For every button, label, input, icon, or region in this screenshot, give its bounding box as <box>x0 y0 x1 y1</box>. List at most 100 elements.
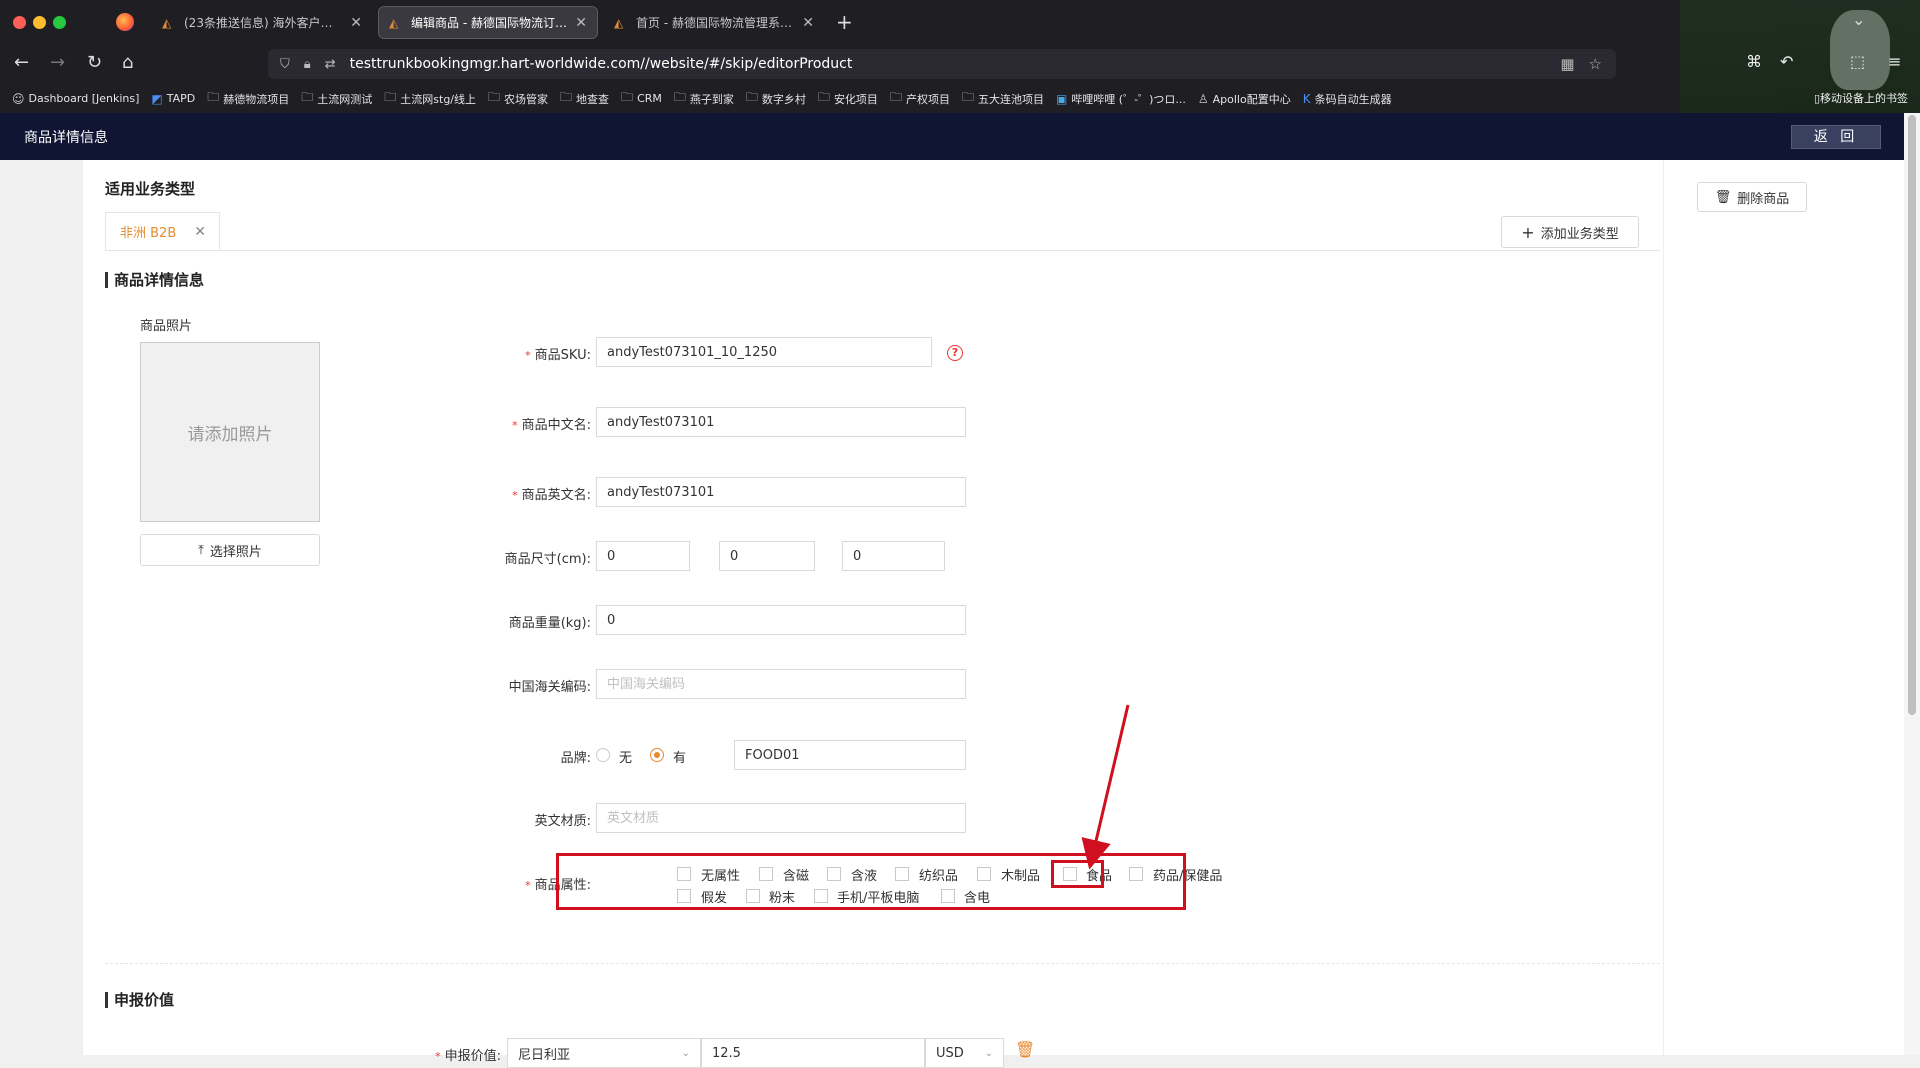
bookmark-item[interactable]: 🗀 数字乡村 <box>746 88 806 109</box>
brand-label: 品牌: <box>560 751 591 766</box>
length-input[interactable] <box>596 541 690 571</box>
home-icon[interactable]: ⌂ <box>122 52 133 73</box>
bookmark-item[interactable]: 🗀 赫德物流项目 <box>207 88 289 109</box>
browser-tab-1[interactable]: ◭ (23条推送信息) 海外客户预订单 ✕ <box>152 6 372 39</box>
bookmark-label: Dashboard [Jenkins] <box>28 92 140 105</box>
apollo-icon: ♙ <box>1197 91 1209 106</box>
tab-title: 编辑商品 - 赫德国际物流订舱系统 <box>411 16 567 30</box>
bookmark-label: 产权项目 <box>905 92 950 106</box>
currency-select[interactable]: USD ⌄ <box>925 1038 1004 1068</box>
close-icon[interactable]: ✕ <box>194 224 206 240</box>
bookmark-item[interactable]: 🗀 农场管家 <box>488 88 548 109</box>
help-icon[interactable]: ? <box>947 345 963 361</box>
brand-yes-radio[interactable] <box>650 748 664 762</box>
lock-icon[interactable]: 🔒︎ <box>304 57 311 72</box>
height-input[interactable] <box>842 541 945 571</box>
bilibili-icon: ▣ <box>1055 91 1068 106</box>
en-name-input[interactable] <box>596 477 966 507</box>
permissions-icon[interactable]: ⇄ <box>325 57 336 72</box>
side-panel: 🗑︎ 删除商品 <box>1663 160 1904 1055</box>
declare-amount-input[interactable] <box>701 1038 925 1068</box>
country-value: 尼日利亚 <box>518 1047 571 1063</box>
width-input[interactable] <box>719 541 815 571</box>
bookmark-item[interactable]: ▣ 哔哩哔哩 (゜-゜)つロ... <box>1056 91 1186 107</box>
sku-input[interactable] <box>596 337 932 367</box>
weight-input[interactable] <box>596 605 966 635</box>
delete-product-label: 删除商品 <box>1737 191 1790 207</box>
brand-no-label[interactable]: 无 <box>619 747 632 766</box>
business-type-tab[interactable]: 非洲 B2B ✕ <box>105 212 220 250</box>
barcode-icon: K <box>1302 91 1311 106</box>
folder-icon: 🗀 <box>673 90 686 104</box>
photo-label: 商品照片 <box>140 319 193 334</box>
bookmark-item[interactable]: ◩ TAPD <box>151 92 195 106</box>
close-window-button[interactable] <box>13 16 26 29</box>
bookmark-label: 安化项目 <box>833 92 878 106</box>
bookmark-label: 赫德物流项目 <box>223 92 290 106</box>
mobile-bookmarks[interactable]: ▯移动设备上的书签 <box>1814 90 1908 106</box>
bookmark-item[interactable]: K 条码自动生成器 <box>1303 91 1392 107</box>
bookmark-item[interactable]: 🗀 土流网测试 <box>301 88 372 109</box>
reload-icon[interactable]: ↻ <box>87 52 102 73</box>
back-arrow-icon[interactable]: ← <box>14 52 29 73</box>
trash-icon: 🗑︎ <box>1714 189 1732 205</box>
material-label: 英文材质: <box>534 814 591 829</box>
navigation-bar: ← → ↻ ⌂ ⛉ 🔒︎ ⇄ testtrunkbookingmgr.hart-… <box>0 44 1920 84</box>
back-button[interactable]: 返 回 <box>1791 125 1881 149</box>
delete-icon[interactable]: 🗑︎ <box>1015 1040 1035 1059</box>
folder-icon: 🗀 <box>817 90 830 104</box>
extension-icon[interactable]: ↶ <box>1780 52 1793 71</box>
close-icon[interactable]: ✕ <box>350 15 362 31</box>
bookmark-item[interactable]: 🗀 产权项目 <box>890 88 950 109</box>
browser-tab-2[interactable]: ◭ 编辑商品 - 赫德国际物流订舱系统 ✕ <box>378 6 598 39</box>
tapd-icon: ◩ <box>151 91 163 106</box>
bookmark-item[interactable]: 🗀 CRM <box>621 88 662 109</box>
bookmark-item[interactable]: 🗀 土流网stg/线上 <box>384 88 476 109</box>
hs-code-input[interactable] <box>596 669 966 699</box>
bookmark-label: 燕子到家 <box>689 92 734 106</box>
bookmark-label: Apollo配置中心 <box>1212 92 1291 106</box>
bookmark-label: CRM <box>637 92 662 105</box>
bookmark-item[interactable]: 🗀 地查查 <box>560 88 609 109</box>
minimize-window-button[interactable] <box>33 16 46 29</box>
country-select[interactable]: 尼日利亚 ⌄ <box>507 1038 701 1068</box>
vertical-scrollbar[interactable] <box>1904 113 1920 1055</box>
bookmark-label: 条码自动生成器 <box>1314 92 1392 106</box>
forward-arrow-icon[interactable]: → <box>50 52 65 73</box>
close-icon[interactable]: ✕ <box>575 15 587 31</box>
bookmark-star-icon[interactable]: ☆ <box>1589 55 1602 73</box>
bookmark-item[interactable]: 🗀 燕子到家 <box>674 88 734 109</box>
delete-product-button[interactable]: 🗑︎ 删除商品 <box>1697 182 1807 212</box>
page-title: 商品详情信息 <box>24 130 108 146</box>
sku-label: * 商品SKU: <box>525 348 591 363</box>
add-business-type-button[interactable]: + 添加业务类型 <box>1501 216 1639 248</box>
chevron-down-icon: ⌄ <box>984 1047 993 1059</box>
scroll-thumb[interactable] <box>1908 115 1916 715</box>
menu-icon[interactable]: ≡ <box>1888 52 1901 71</box>
bookmark-label: 数字乡村 <box>761 92 806 106</box>
url-text[interactable]: testtrunkbookingmgr.hart-worldwide.com//… <box>350 56 1561 72</box>
maximize-window-button[interactable] <box>53 16 66 29</box>
extension-icon[interactable]: ⌘ <box>1746 52 1762 71</box>
bookmark-item[interactable]: 🗀 安化项目 <box>818 88 878 109</box>
tab-list-chevron-icon[interactable]: ⌄ <box>1852 10 1865 29</box>
new-tab-icon[interactable]: + <box>836 10 853 34</box>
firefox-icon <box>116 13 134 31</box>
extensions-puzzle-icon[interactable]: ⬚ <box>1850 52 1865 71</box>
brand-no-radio[interactable] <box>596 748 610 762</box>
bookmark-item[interactable]: ♙ Apollo配置中心 <box>1198 91 1291 107</box>
brand-input[interactable] <box>734 740 966 770</box>
browser-tab-3[interactable]: ◭ 首页 - 赫德国际物流管理系统后台 ✕ <box>604 6 824 39</box>
bookmarks-bar: ☺ Dashboard [Jenkins] ◩ TAPD 🗀 赫德物流项目 🗀 土流网测… <box>0 84 1920 113</box>
address-bar[interactable]: ⛉ 🔒︎ ⇄ testtrunkbookingmgr.hart-worldwid… <box>268 49 1616 79</box>
qr-code-icon[interactable]: ▦ <box>1560 55 1574 73</box>
shield-icon[interactable]: ⛉ <box>280 57 290 72</box>
bookmark-item[interactable]: 🗀 五大连池项目 <box>962 88 1044 109</box>
browser-chrome: ◭ (23条推送信息) 海外客户预订单 ✕ ◭ 编辑商品 - 赫德国际物流订舱系… <box>0 0 1920 113</box>
close-icon[interactable]: ✕ <box>802 15 814 31</box>
cn-name-input[interactable] <box>596 407 966 437</box>
material-input[interactable] <box>596 803 966 833</box>
brand-yes-label[interactable]: 有 <box>673 747 686 766</box>
bookmark-item[interactable]: ☺ Dashboard [Jenkins] <box>12 92 139 106</box>
detail-section-title: 商品详情信息 <box>105 272 204 288</box>
